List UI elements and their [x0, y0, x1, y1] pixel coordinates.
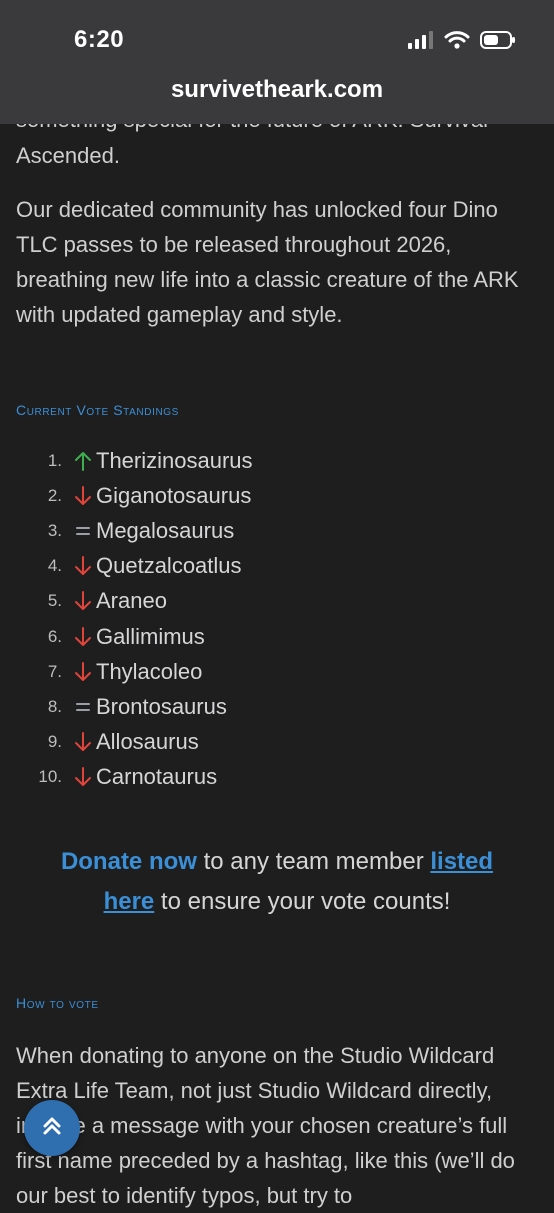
- arrow-down-icon: [72, 731, 94, 753]
- standing-rank: 10.: [38, 767, 62, 787]
- standing-item: 2. Giganotosaurus: [16, 478, 416, 513]
- donate-now-link[interactable]: Donate now: [61, 848, 197, 875]
- standing-item: 3. Megalosaurus: [16, 513, 416, 548]
- standing-creature-name: Giganotosaurus: [96, 482, 252, 508]
- standing-creature-name: Brontosaurus: [96, 693, 227, 719]
- battery-icon: [480, 30, 516, 55]
- standing-item: 10. Carnotaurus: [16, 760, 416, 795]
- listed-here-link-part2[interactable]: here: [104, 888, 155, 915]
- standing-creature-name: Thylacoleo: [96, 658, 203, 684]
- donate-text-1: to any team member: [196, 848, 431, 875]
- scroll-to-top-button[interactable]: [24, 1100, 80, 1156]
- arrow-down-icon: [72, 766, 94, 788]
- browser-top-bar: 6:20 survivetheark.com: [0, 0, 554, 124]
- donate-text-2: to ensure your vote counts!: [154, 888, 451, 915]
- arrow-down-icon: [72, 555, 94, 577]
- standing-rank: 1.: [47, 450, 62, 470]
- standing-item: 7. Thylacoleo: [16, 654, 416, 689]
- arrow-down-icon: [72, 661, 94, 683]
- equals-icon: [72, 520, 94, 542]
- standing-item: 5. Araneo: [16, 584, 416, 619]
- standing-item: 4. Quetzalcoatlus: [16, 549, 416, 584]
- double-chevron-up-icon: [39, 1113, 65, 1144]
- standing-rank: 6.: [47, 626, 62, 646]
- arrow-down-icon: [72, 485, 94, 507]
- arrow-down-icon: [72, 590, 94, 612]
- signal-icon: [408, 30, 434, 54]
- intro-paragraph-end: Ascended.: [16, 143, 120, 168]
- standing-item: 8. Brontosaurus: [16, 689, 416, 724]
- standing-creature-name: Therizinosaurus: [96, 447, 253, 473]
- standing-creature-name: Allosaurus: [96, 729, 199, 755]
- standing-rank: 2.: [47, 485, 62, 505]
- arrow-up-icon: [72, 450, 94, 472]
- standing-rank: 7.: [47, 661, 62, 681]
- donate-callout: Donate now to any team member listed here…: [16, 842, 538, 922]
- vote-standings-list: 1. Therizinosaurus 2. Giganotosaurus 3. Megal…: [16, 443, 416, 795]
- how-to-vote-heading: How to vote: [16, 995, 99, 1011]
- standing-rank: 5.: [47, 591, 62, 611]
- equals-icon: [72, 696, 94, 718]
- url-bar[interactable]: survivetheark.com: [0, 76, 554, 104]
- dino-tlc-paragraph: Our dedicated community has unlocked fou…: [16, 197, 519, 327]
- standing-rank: 3.: [47, 520, 62, 540]
- standing-creature-name: Carnotaurus: [96, 764, 218, 790]
- standing-item: 1. Therizinosaurus: [16, 443, 416, 478]
- standing-rank: 9.: [47, 732, 62, 752]
- wifi-icon: [444, 30, 470, 55]
- standing-item: 9. Allosaurus: [16, 725, 416, 760]
- standing-item: 6. Gallimimus: [16, 619, 416, 654]
- standing-creature-name: Gallimimus: [96, 623, 205, 649]
- standing-creature-name: Quetzalcoatlus: [96, 553, 242, 579]
- arrow-down-icon: [72, 626, 94, 648]
- standing-creature-name: Araneo: [96, 588, 167, 614]
- status-icons: [408, 30, 516, 54]
- standing-rank: 4.: [47, 556, 62, 576]
- status-time: 6:20: [74, 26, 125, 53]
- how-to-vote-paragraph: When donating to anyone on the Studio Wi…: [16, 1043, 515, 1208]
- standing-rank: 8.: [47, 696, 62, 716]
- standing-creature-name: Megalosaurus: [96, 517, 235, 543]
- listed-here-link-part1[interactable]: listed: [430, 848, 493, 875]
- vote-standings-heading: Current Vote Standings: [16, 402, 179, 418]
